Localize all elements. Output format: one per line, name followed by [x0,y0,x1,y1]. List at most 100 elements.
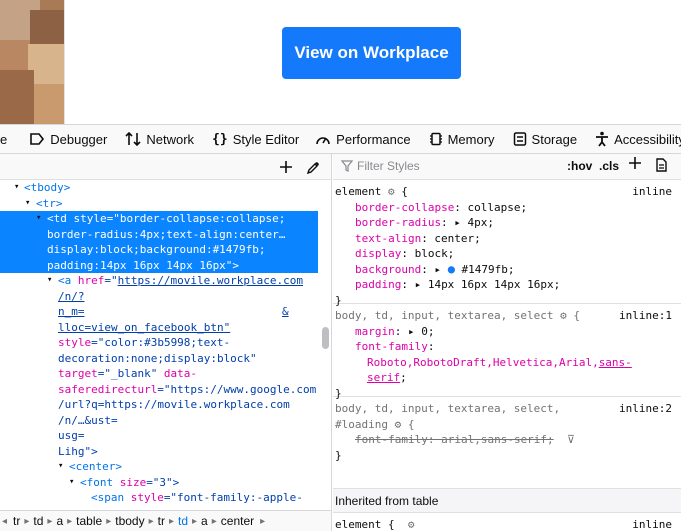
expand-arrow-icon[interactable]: ▾ [14,180,19,196]
add-node-button[interactable] [277,158,295,176]
css-rule-line[interactable]: element ⚙ {inline [333,184,681,200]
tab-network[interactable]: Network [119,125,200,153]
document-icon [656,158,667,172]
filter-styles-input[interactable]: Filter Styles [341,159,420,173]
markup-node-line[interactable]: decoration:none;display:block" [0,351,318,367]
markup-node-line[interactable]: border-radius:4px;text-align:center… [0,226,318,242]
expand-arrow-icon[interactable]: ▾ [69,475,74,491]
preview-divider [64,0,65,124]
tab-storage[interactable]: Storage [507,125,584,153]
markup-node-line[interactable]: lloc=view_on_facebook_btn" [0,320,318,336]
css-rule[interactable]: body, td, input, textarea, select ⚙ {inl… [333,304,681,400]
css-rule[interactable]: element { ⚙inlineborder-collapse: collap… [333,513,681,531]
css-rule-line[interactable]: display: block; [333,246,681,262]
tab-memory[interactable]: Memory [423,125,501,153]
css-token: #loading [335,417,395,431]
tab-inspector[interactable]: e [0,125,13,153]
rule-source-link[interactable]: inline [632,517,672,531]
expand-arrow-icon[interactable]: ▾ [58,459,63,475]
css-rule-line[interactable]: padding: ▸ 14px 16px 14px 16px; [333,277,681,293]
performance-icon [316,137,330,145]
markup-node-line[interactable]: style ="color:#3b5998;text- [0,335,318,351]
markup-node-line[interactable]: saferedirecturl ="https://www.google.com [0,382,318,398]
css-rule-line[interactable]: element { ⚙ inline [333,517,681,531]
css-rule-line[interactable]: font-family: [333,339,681,355]
view-on-workplace-button[interactable]: View on Workplace [282,27,461,79]
css-rule-line[interactable]: body, td, input, textarea, select, inline… [333,401,681,417]
markup-node-line[interactable]: ▾ <td style ="border-collapse:collapse; [0,211,318,227]
markup-node-line[interactable]: usg= [0,428,318,444]
markup-node-line[interactable]: ▾ <tbody> [0,180,318,196]
css-property-name: margin [355,324,395,338]
markup-node-line[interactable]: /url?q=https://movile.workplace.com [0,397,318,413]
markup-node-line[interactable]: Lihg"> [0,444,318,460]
css-rule[interactable]: element ⚙ {inline border-collapse: collap… [333,180,681,307]
css-property-name: text-align [355,231,422,245]
expand-arrow-icon[interactable]: ▾ [47,273,52,289]
crumb-8[interactable]: center [217,514,258,528]
scrollbar-thumb[interactable] [322,327,329,349]
css-rule-line[interactable]: background: ▸ ● #1479fb; [333,262,681,278]
markup-node-line[interactable]: n_m= & [0,304,318,320]
css-rule-line[interactable]: serif; [333,370,681,386]
css-rule-line[interactable]: border-radius: ▸ 4px; [333,215,681,231]
markup-node-line[interactable]: target ="_blank" data- [0,366,318,382]
breadcrumb-scroll-left-icon[interactable]: ◂ [0,516,9,527]
css-rule-line[interactable]: text-align: center; [333,231,681,247]
markup-toolbar [0,154,331,180]
markup-node-line[interactable]: ▾ <a href =" https://movile.workplace.com [0,273,318,289]
markup-token: <center> [69,460,122,473]
css-rule-line[interactable]: font-family: arial,sans-serif; ⊽ [333,432,681,448]
rule-source-link[interactable]: inline:2 [619,401,672,417]
markup-node-line[interactable]: padding:14px 16px 14px 16px"> [0,257,318,273]
tab-debugger[interactable]: Debugger [23,125,113,153]
cls-toggle[interactable]: .cls [599,159,619,173]
crumb-0[interactable]: tr [9,514,24,528]
rules-list[interactable]: element ⚙ {inline border-collapse: collap… [333,180,681,531]
tab-style-editor[interactable]: {} Style Editor [206,125,305,153]
css-property-name: border-radius [355,216,442,229]
css-rule-line[interactable]: } [333,448,681,464]
css-rule-line[interactable]: border-collapse: collapse; [333,200,681,216]
tab-accessibility[interactable]: Accessibility [589,125,681,153]
crumb-6[interactable]: td [174,514,192,528]
markup-scrollbar[interactable] [319,180,331,510]
color-swatch[interactable]: ● [448,262,455,276]
css-property-name: display [355,247,402,260]
markup-node-line[interactable]: <span style ="font-family:-apple- [0,490,318,506]
markup-node-line[interactable]: /n/? [0,289,318,305]
css-rule-line[interactable]: body, td, input, textarea, select ⚙ {inl… [333,308,681,324]
crumb-2[interactable]: a [52,514,67,528]
markup-token: <tbody> [24,181,71,194]
rule-source-link[interactable]: inline [632,184,672,200]
markup-node-line[interactable]: ▾ <tr> [0,196,318,212]
markup-token: <tr> [36,196,63,210]
css-rule[interactable]: body, td, input, textarea, select, inline… [333,397,681,489]
tab-performance[interactable]: Performance [309,125,416,153]
crumb-1[interactable]: td [29,514,47,528]
expand-arrow-icon[interactable]: ▾ [36,211,41,227]
markup-node-line[interactable]: /n/…&ust= [0,413,318,429]
css-rule-line[interactable]: Roboto,RobotoDraft,Helvetica,Arial, sans- [333,355,681,371]
inherited-header: Inherited from table [333,489,681,513]
markup-tree[interactable]: ▾ <tbody> ▾ <tr> ▾ <td style ="border-collapse… [0,180,318,510]
add-rule-button[interactable] [629,157,641,172]
css-rule-line[interactable]: margin: ▸ 0; [333,324,681,340]
crumb-3[interactable]: table [72,514,106,528]
markup-node-line[interactable]: ▾ <font size ="3"> [0,475,318,491]
css-rule-line[interactable]: #loading ⚙ { [333,417,681,433]
crumb-4[interactable]: tbody [111,514,148,528]
crumb-7[interactable]: a [197,514,212,528]
tab-label: Style Editor [232,131,300,147]
markup-node-line[interactable]: ▾ <center> [0,459,318,475]
eyedropper-button[interactable] [304,158,322,176]
hov-toggle[interactable]: :hov [567,159,592,173]
markup-node-line[interactable]: display:block;background:#1479fb; [0,242,318,258]
css-token: { [394,185,408,198]
rule-source-link[interactable]: inline:1 [619,308,672,324]
print-media-button[interactable] [656,158,667,175]
plus-icon [629,157,641,169]
breadcrumb-scroll-right-icon[interactable]: ▸ [258,516,267,527]
crumb-5[interactable]: tr [154,514,169,528]
expand-arrow-icon[interactable]: ▾ [25,196,30,212]
